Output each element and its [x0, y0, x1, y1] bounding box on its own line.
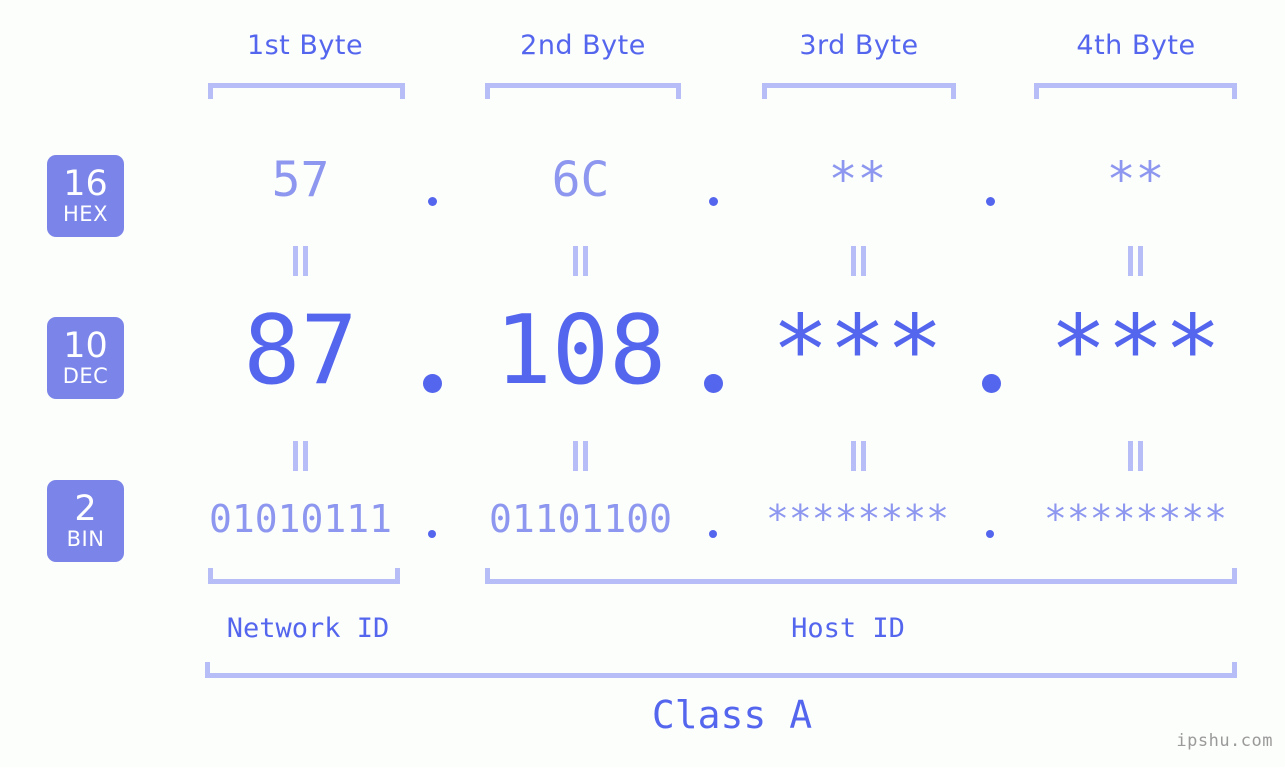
base-badge-dec-abbr: DEC [62, 364, 109, 388]
equals-connector-dec-bin-3 [851, 441, 866, 471]
equals-connector-dec-bin-4 [1128, 441, 1143, 471]
byte-bracket-top-1 [208, 83, 405, 99]
class-label: Class A [651, 693, 813, 737]
dec-byte-2: 108 [494, 296, 667, 406]
bin-byte-1: 01010111 [208, 497, 393, 541]
base-badge-dec: 10 DEC [47, 317, 124, 399]
base-badge-hex-number: 16 [63, 164, 108, 204]
base-badge-bin-number: 2 [74, 489, 97, 529]
bin-byte-2: 01101100 [488, 497, 673, 541]
equals-connector-dec-bin-1 [293, 441, 308, 471]
watermark: ipshu.com [1176, 731, 1273, 751]
byte-bracket-top-3 [762, 83, 956, 99]
hex-byte-3: ** [828, 152, 887, 208]
ip-byte-diagram: 1st Byte 2nd Byte 3rd Byte 4th Byte 16 H… [0, 0, 1285, 767]
hex-byte-2: 6C [551, 152, 610, 208]
class-bracket [205, 662, 1237, 678]
equals-connector-hex-dec-1 [293, 246, 308, 276]
dec-byte-4: *** [1049, 296, 1222, 406]
network-id-bracket [208, 568, 400, 584]
base-badge-hex-abbr: HEX [63, 202, 108, 226]
hex-byte-4: ** [1106, 152, 1165, 208]
hex-dot-3 [986, 197, 995, 206]
dec-byte-3: *** [771, 296, 944, 406]
network-id-label: Network ID [226, 613, 390, 644]
bin-byte-4: ******** [1043, 497, 1228, 541]
dec-dot-2 [704, 374, 723, 393]
equals-connector-hex-dec-3 [851, 246, 866, 276]
dec-byte-1: 87 [243, 296, 358, 406]
byte-bracket-top-4 [1034, 83, 1237, 99]
bin-dot-2 [709, 530, 717, 538]
equals-connector-hex-dec-2 [573, 246, 588, 276]
byte-header-3: 3rd Byte [799, 30, 919, 61]
host-id-label: Host ID [791, 613, 905, 644]
byte-header-1: 1st Byte [246, 30, 364, 61]
base-badge-hex: 16 HEX [47, 155, 124, 237]
dec-dot-3 [982, 374, 1001, 393]
equals-connector-dec-bin-2 [573, 441, 588, 471]
base-badge-bin: 2 BIN [47, 480, 124, 562]
hex-dot-2 [709, 197, 718, 206]
byte-header-2: 2nd Byte [520, 30, 646, 61]
hex-dot-1 [428, 197, 437, 206]
dec-dot-1 [423, 374, 442, 393]
host-id-bracket [485, 568, 1237, 584]
byte-bracket-top-2 [485, 83, 681, 99]
hex-byte-1: 57 [271, 152, 330, 208]
bin-dot-1 [428, 530, 436, 538]
base-badge-dec-number: 10 [63, 326, 108, 366]
bin-byte-3: ******** [765, 497, 950, 541]
byte-header-4: 4th Byte [1076, 30, 1196, 61]
bin-dot-3 [986, 530, 994, 538]
equals-connector-hex-dec-4 [1128, 246, 1143, 276]
base-badge-bin-abbr: BIN [66, 527, 105, 551]
